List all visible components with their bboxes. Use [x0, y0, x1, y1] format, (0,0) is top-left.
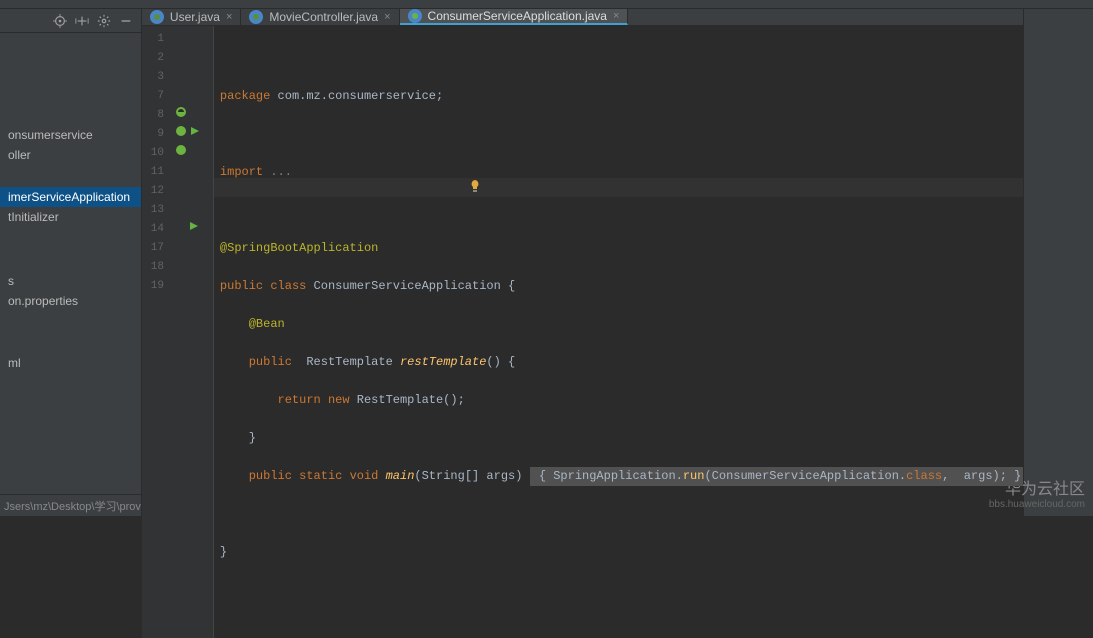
- sidebar-toolbar: [0, 9, 141, 33]
- run-icon[interactable]: [190, 126, 200, 136]
- run-icon[interactable]: [189, 221, 199, 231]
- spring-bean-icon[interactable]: [174, 143, 188, 157]
- tab-consumer-app[interactable]: ConsumerServiceApplication.java ×: [400, 9, 629, 25]
- tab-label: User.java: [170, 10, 220, 24]
- java-class-icon: [249, 10, 263, 24]
- window-titlebar: [0, 0, 1093, 9]
- gear-icon[interactable]: [97, 14, 111, 28]
- project-sidebar: onsumerservice oller imerServiceApplicat…: [0, 9, 142, 516]
- sidebar-item[interactable]: ml: [0, 353, 141, 373]
- project-tree[interactable]: onsumerservice oller imerServiceApplicat…: [0, 33, 141, 494]
- code-content[interactable]: package com.mz.consumerservice; import .…: [214, 26, 1023, 638]
- sidebar-item[interactable]: onsumerservice: [0, 125, 141, 145]
- close-icon[interactable]: ×: [226, 11, 232, 23]
- java-class-icon: [150, 10, 164, 24]
- sidebar-item[interactable]: tInitializer: [0, 207, 141, 227]
- editor-area: User.java × MovieController.java × Consu…: [142, 9, 1023, 516]
- sidebar-item[interactable]: oller: [0, 145, 141, 165]
- code-editor[interactable]: 1237891011121314171819 package com.mz.co…: [142, 26, 1023, 638]
- spring-class-icon: [408, 9, 422, 23]
- tab-label: MovieController.java: [269, 10, 378, 24]
- gutter-icons: [172, 26, 214, 638]
- editor-tabs: User.java × MovieController.java × Consu…: [142, 9, 1023, 26]
- sidebar-item[interactable]: on.properties: [0, 291, 141, 311]
- target-icon[interactable]: [53, 14, 67, 28]
- sidebar-item[interactable]: s: [0, 271, 141, 291]
- close-icon[interactable]: ×: [613, 10, 619, 22]
- tab-label: ConsumerServiceApplication.java: [428, 9, 607, 23]
- spring-bean-icon[interactable]: [174, 105, 188, 119]
- sidebar-status: Jsers\mz\Desktop\学习\prov: [0, 494, 141, 516]
- spring-bean-icon[interactable]: [174, 124, 188, 138]
- line-numbers: 1237891011121314171819: [142, 26, 172, 638]
- tab-user[interactable]: User.java ×: [142, 9, 241, 25]
- sidebar-item-consumer-app[interactable]: imerServiceApplication: [0, 187, 141, 207]
- tab-movie[interactable]: MovieController.java ×: [241, 9, 399, 25]
- right-panel: [1023, 9, 1093, 516]
- close-icon[interactable]: ×: [384, 11, 390, 23]
- collapse-icon[interactable]: [75, 14, 89, 28]
- hide-icon[interactable]: [119, 14, 133, 28]
